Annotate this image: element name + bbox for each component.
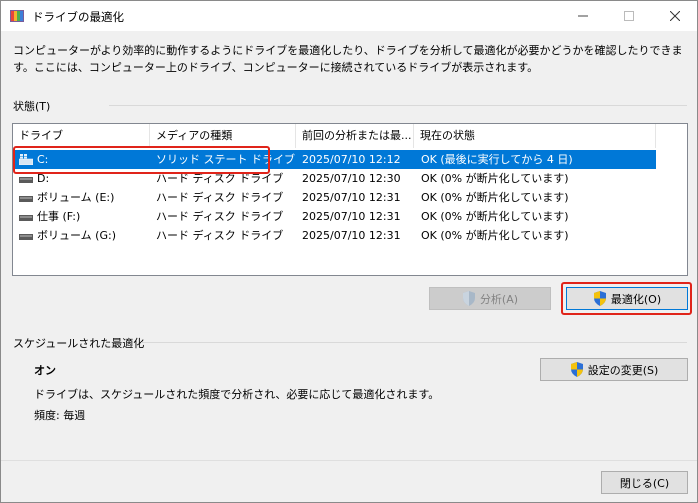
drive-media-type: ハード ディスク ドライブ bbox=[156, 229, 284, 242]
drive-last-run: 2025/07/10 12:12 bbox=[302, 153, 401, 166]
description-text: コンピューターがより効率的に動作するようにドライブを最適化したり、ドライブを分析… bbox=[13, 44, 683, 74]
column-header-media-type[interactable]: メディアの種類 bbox=[150, 124, 296, 148]
close-button[interactable]: 閉じる(C) bbox=[601, 471, 688, 494]
title-bar[interactable]: ドライブの最適化 bbox=[1, 1, 697, 31]
window-title: ドライブの最適化 bbox=[32, 10, 124, 24]
uac-shield-icon bbox=[462, 291, 475, 306]
column-header-current-status[interactable]: 現在の状態 bbox=[414, 124, 656, 148]
minimize-button[interactable] bbox=[560, 1, 606, 31]
drive-last-run: 2025/07/10 12:31 bbox=[302, 229, 401, 242]
drive-status: OK (0% が断片化しています) bbox=[421, 210, 569, 223]
drive-status: OK (0% が断片化しています) bbox=[421, 172, 569, 185]
column-header-drive[interactable]: ドライブ bbox=[13, 124, 150, 148]
optimize-drives-window: ドライブの最適化 コンピューターがより効率的に動作するようにドライブを最適化した… bbox=[0, 0, 698, 503]
uac-shield-icon bbox=[570, 362, 583, 377]
maximize-button[interactable] bbox=[606, 1, 652, 31]
status-group-label: 状態(T) bbox=[13, 100, 51, 113]
scheduled-status: オン bbox=[34, 364, 56, 377]
column-header-last-run[interactable]: 前回の分析または最... bbox=[296, 124, 414, 148]
drive-row-e[interactable]: ボリューム (E:) ハード ディスク ドライブ 2025/07/10 12:3… bbox=[13, 188, 687, 207]
hard-drive-icon bbox=[19, 196, 33, 202]
drive-media-type: ハード ディスク ドライブ bbox=[156, 191, 284, 204]
hard-drive-icon bbox=[19, 234, 33, 240]
close-icon bbox=[670, 11, 680, 21]
drive-last-run: 2025/07/10 12:30 bbox=[302, 172, 401, 185]
drive-last-run: 2025/07/10 12:31 bbox=[302, 210, 401, 223]
maximize-icon bbox=[624, 11, 634, 21]
drive-name: ボリューム (E:) bbox=[37, 191, 115, 204]
drive-status: OK (0% が断片化しています) bbox=[421, 229, 569, 242]
scheduled-group-label: スケジュールされた最適化 bbox=[13, 337, 145, 350]
analyze-label: 分析(A) bbox=[479, 292, 519, 306]
optimize-button[interactable]: 最適化(O) bbox=[566, 287, 688, 310]
drive-media-type: ハード ディスク ドライブ bbox=[156, 210, 284, 223]
hard-drive-icon bbox=[19, 177, 33, 183]
change-settings-button[interactable]: 設定の変更(S) bbox=[540, 358, 688, 381]
drive-row-g[interactable]: ボリューム (G:) ハード ディスク ドライブ 2025/07/10 12:3… bbox=[13, 226, 687, 245]
change-settings-label: 設定の変更(S) bbox=[587, 363, 659, 377]
close-window-button[interactable] bbox=[652, 1, 697, 31]
drive-status: OK (0% が断片化しています) bbox=[421, 191, 569, 204]
hard-drive-icon bbox=[19, 215, 33, 221]
drive-status: OK (最後に実行してから 4 日) bbox=[421, 153, 573, 166]
drive-name: 仕事 (F:) bbox=[37, 210, 81, 223]
annotation-highlight-row bbox=[13, 146, 270, 174]
scheduled-divider bbox=[141, 342, 687, 343]
scheduled-frequency: 頻度: 毎週 bbox=[34, 409, 86, 422]
drive-row-f[interactable]: 仕事 (F:) ハード ディスク ドライブ 2025/07/10 12:31 O… bbox=[13, 207, 687, 226]
defrag-app-icon bbox=[10, 10, 24, 22]
uac-shield-icon bbox=[593, 291, 606, 306]
analyze-button[interactable]: 分析(A) bbox=[429, 287, 551, 310]
minimize-icon bbox=[578, 15, 588, 17]
drive-name: ボリューム (G:) bbox=[37, 229, 116, 242]
dialog-footer bbox=[1, 460, 697, 502]
optimize-label: 最適化(O) bbox=[610, 292, 662, 306]
scheduled-description: ドライブは、スケジュールされた頻度で分析され、必要に応じて最適化されます。 bbox=[34, 388, 440, 401]
drive-last-run: 2025/07/10 12:31 bbox=[302, 191, 401, 204]
drives-list-header: ドライブ メディアの種類 前回の分析または最... 現在の状態 bbox=[13, 124, 687, 148]
close-label: 閉じる(C) bbox=[619, 476, 670, 490]
status-divider bbox=[109, 105, 687, 106]
